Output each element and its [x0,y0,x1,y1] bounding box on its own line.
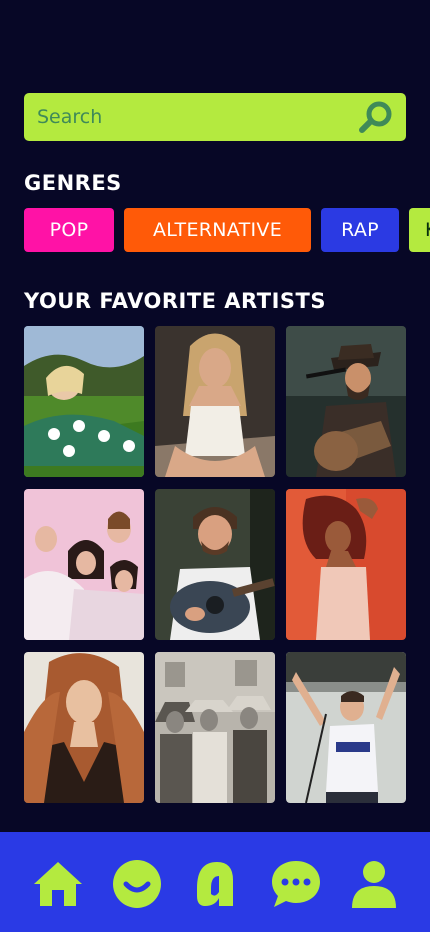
search-input[interactable] [37,106,337,128]
artist-tile[interactable] [24,489,144,640]
genre-chip-rap[interactable]: RAP [321,208,399,252]
artist-tile[interactable] [286,489,406,640]
nav-messages[interactable] [270,858,322,910]
artist-photo-band-pink [24,489,144,640]
artist-tile[interactable] [286,652,406,803]
favorite-artists-title: YOUR FAVORITE ARTISTS [24,289,326,313]
nav-discover[interactable] [111,858,163,910]
artist-tile[interactable] [24,652,144,803]
artist-tile[interactable] [155,489,275,640]
nav-home[interactable] [32,858,84,910]
smile-icon [113,860,161,908]
artists-grid [24,326,406,803]
artist-photo-red-background [286,489,406,640]
artist-tile[interactable] [286,326,406,477]
profile-icon [352,861,396,908]
artist-photo-white-top [155,326,275,477]
genre-chip-partial[interactable]: K [409,208,430,252]
artist-tile[interactable] [24,326,144,477]
genre-chip-pop[interactable]: POP [24,208,114,252]
search-icon[interactable] [358,100,394,134]
a-logo-icon [197,862,233,906]
artist-photo-acoustic-guitar [155,489,275,640]
genres-title: GENRES [24,171,122,195]
bottom-nav [0,832,430,932]
artist-photo-guitarist-hat [286,326,406,477]
nav-profile[interactable] [348,858,400,910]
chat-icon [272,861,320,907]
artist-photo-grass-field [24,326,144,477]
search-bar[interactable] [24,93,406,141]
artist-photo-band-bw [155,652,275,803]
nav-app[interactable] [189,858,241,910]
artist-tile[interactable] [155,326,275,477]
artist-photo-stage-singer [286,652,406,803]
artist-photo-red-hair [24,652,144,803]
artist-tile[interactable] [155,652,275,803]
genres-list: POP ALTERNATIVE RAP K [24,208,430,252]
genre-chip-alternative[interactable]: ALTERNATIVE [124,208,311,252]
home-icon [34,862,82,906]
